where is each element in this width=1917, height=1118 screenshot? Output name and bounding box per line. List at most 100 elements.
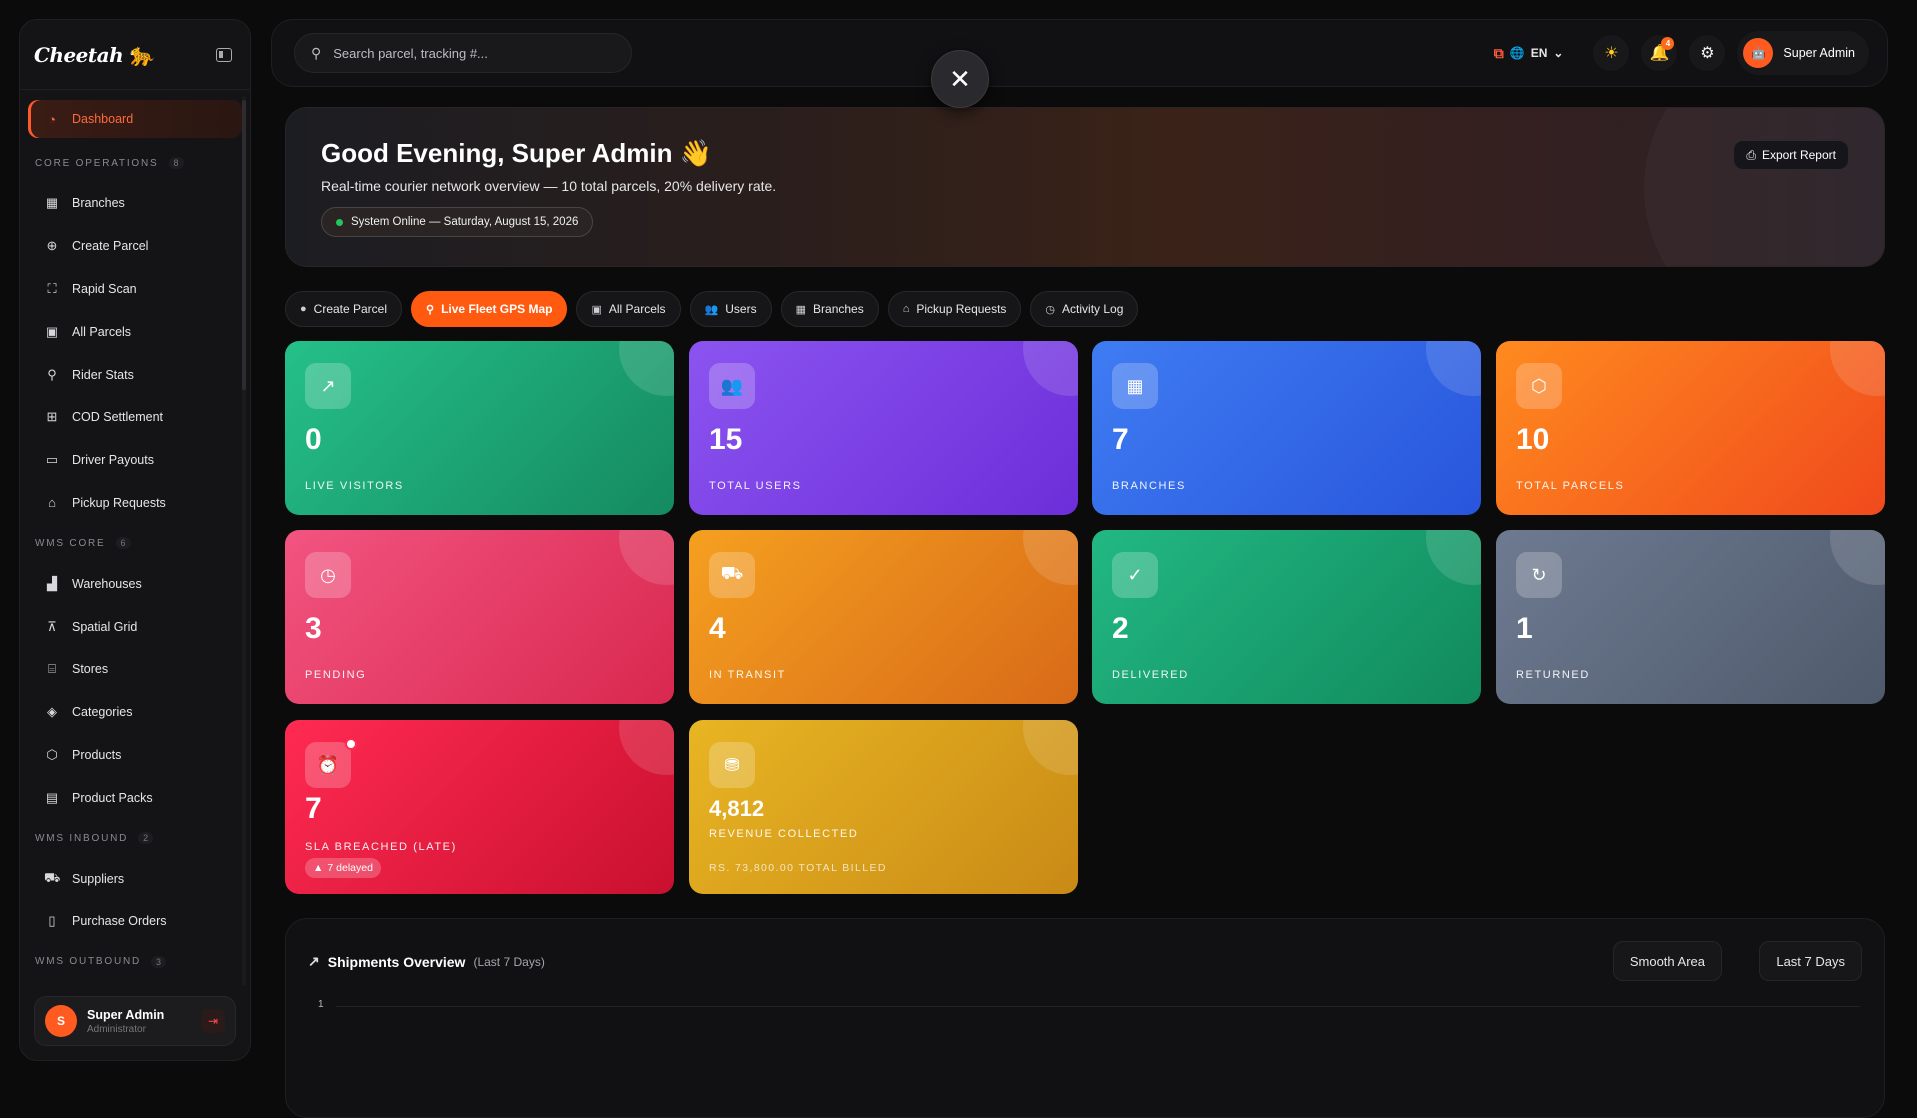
translate-icon: ⧉ [1493, 44, 1504, 61]
sidebar-item-suppliers[interactable]: ⛟ Suppliers [28, 857, 242, 900]
stat-value: 7 [305, 792, 322, 825]
stat-card-pending[interactable]: ◷ 3 PENDING [285, 530, 674, 704]
status-dot-icon [336, 218, 343, 226]
sidebar-item-rapid-scan[interactable]: ⛶ Rapid Scan [28, 268, 242, 311]
brand-logo[interactable]: Cheetah 🐆 [34, 41, 155, 68]
sidebar-item-driver-payouts[interactable]: ▭ Driver Payouts [28, 439, 242, 482]
tab-create-parcel[interactable]: ● Create Parcel [285, 291, 403, 327]
tab-live-fleet-gps-map[interactable]: ⚲ Live Fleet GPS Map [411, 291, 568, 327]
sidebar-item-rider-stats[interactable]: ⚲ Rider Stats [28, 353, 242, 396]
section-count: 8 [168, 157, 184, 169]
sidebar-item-dashboard[interactable]: ◔ Dashboard [28, 100, 242, 138]
cheetah-icon: 🐆 [127, 41, 155, 68]
users-icon: 👥 [709, 363, 755, 409]
sidebar-item-pickup-requests[interactable]: ⌂ Pickup Requests [28, 482, 242, 525]
stat-label: TOTAL PARCELS [1516, 480, 1625, 492]
section-count: 3 [151, 955, 167, 968]
sidebar-item-stores[interactable]: ⌸ Stores [28, 648, 242, 691]
stat-label: DELIVERED [1112, 669, 1189, 681]
sidebar-item-create-parcel[interactable]: ⊕ Create Parcel [28, 225, 242, 268]
stat-card-delivered[interactable]: ✓ 2 DELIVERED [1092, 530, 1481, 704]
stat-value: 1 [1516, 612, 1533, 645]
sidebar-item-cod-settlement[interactable]: ⊞ COD Settlement [28, 396, 242, 439]
tab-branches[interactable]: ▦ Branches [780, 291, 879, 327]
globe-icon: 🌐 [1509, 46, 1525, 60]
tab-users[interactable]: 👥 Users [689, 291, 772, 327]
stat-label: PENDING [305, 669, 367, 681]
stat-card-branches[interactable]: ▦ 7 BRANCHES [1092, 341, 1481, 515]
tab-label: Activity Log [1062, 302, 1124, 316]
chart-period-value: Last 7 Days [1776, 953, 1845, 969]
sidebar-item-branches[interactable]: ▦ Branches [28, 182, 242, 225]
hierarchy-icon: ⊼ [47, 618, 57, 634]
home-icon: ⌂ [48, 495, 56, 511]
chart-range-text: (Last 7 Days) [473, 954, 545, 969]
sidebar-item-all-parcels[interactable]: ▣ All Parcels [28, 310, 242, 353]
y-axis-tick: 1 [318, 999, 324, 1010]
tab-all-parcels[interactable]: ▣ All Parcels [576, 291, 681, 327]
welcome-hero: Good Evening, Super Admin 👋 Real-time co… [285, 107, 1885, 267]
sidebar-user-card[interactable]: S Super Admin Administrator ⇥ [34, 996, 236, 1046]
sidebar-item-label: Rider Stats [72, 367, 134, 382]
return-arrow-icon: ↻ [1516, 552, 1562, 598]
stat-label: LIVE VISITORS [305, 480, 404, 492]
building-icon: ▦ [1112, 363, 1158, 409]
sidebar-item-products[interactable]: ⬡ Products [28, 734, 242, 777]
tab-pickup-requests[interactable]: ⌂ Pickup Requests [887, 291, 1022, 327]
tab-label: Create Parcel [313, 302, 388, 316]
export-label: Export Report [1761, 148, 1836, 162]
sidebar-item-product-packs[interactable]: ▤ Product Packs [28, 776, 242, 819]
logout-icon[interactable]: ⇥ [201, 1009, 225, 1033]
close-button[interactable]: ✕ [931, 50, 989, 108]
stat-card-sla-breached[interactable]: ⏰ 7 SLA BREACHED (LATE) ▲ 7 delayed [285, 720, 674, 894]
stat-value: 15 [709, 423, 743, 456]
page-title: Good Evening, Super Admin 👋 [321, 138, 713, 168]
sidebar-item-label: Dashboard [72, 112, 134, 126]
stat-card-live-visitors[interactable]: ↗ 0 LIVE VISITORS [285, 341, 674, 515]
search-box[interactable]: ⚲ [294, 33, 632, 73]
search-input[interactable] [333, 45, 594, 61]
user-name: Super Admin [87, 1007, 165, 1022]
tab-label: All Parcels [608, 302, 666, 316]
sidebar-item-spatial-grid[interactable]: ⊼ Spatial Grid [28, 605, 242, 648]
tab-activity-log[interactable]: ◷ Activity Log [1030, 291, 1139, 327]
stat-card-in-transit[interactable]: ⛟ 4 IN TRANSIT [689, 530, 1078, 704]
section-title: WMS OUTBOUND [35, 956, 142, 968]
language-selector[interactable]: ⧉ 🌐 EN ⌄ [1494, 45, 1564, 62]
language-code: EN [1530, 46, 1548, 60]
scan-icon: ⛶ [47, 280, 57, 296]
stat-label: SLA BREACHED (LATE) [305, 841, 457, 853]
alert-dot-icon [345, 738, 357, 750]
stat-card-total-users[interactable]: 👥 15 TOTAL USERS [689, 341, 1078, 515]
theme-toggle-sun-icon[interactable]: ☀ [1593, 35, 1630, 71]
box-icon: ▣ [591, 303, 602, 316]
stat-card-revenue-collected[interactable]: ⛃ 4,812 REVENUE COLLECTED RS. 73,800.00 … [689, 720, 1078, 894]
sidebar-item-label: Create Parcel [72, 239, 149, 254]
chart-period-select[interactable]: Last 7 Days [1759, 941, 1862, 981]
delayed-badge: ▲ 7 delayed [305, 858, 381, 878]
chart-gridline [336, 1006, 1860, 1007]
sidebar-collapse-icon[interactable] [216, 47, 232, 62]
topbar-actions: ⧉ 🌐 EN ⌄ ☀ 🔔 4 ⚙ 🤖 Super Admin [1494, 31, 1869, 75]
sidebar-item-categories[interactable]: ◈ Categories [28, 691, 242, 734]
tab-label: Users [725, 302, 757, 316]
stat-label: REVENUE COLLECTED [709, 828, 859, 840]
stat-card-returned[interactable]: ↻ 1 RETURNED [1496, 530, 1885, 704]
topbar: ⚲ ⧉ 🌐 EN ⌄ ☀ 🔔 4 ⚙ 🤖 Super Admin [271, 19, 1888, 87]
chart-style-select[interactable]: Smooth Area [1612, 941, 1722, 981]
sidebar-item-purchase-orders[interactable]: ▯ Purchase Orders [28, 900, 242, 943]
stat-sublabel: RS. 73,800.00 TOTAL BILLED [709, 862, 887, 874]
sidebar-item-label: Rapid Scan [72, 281, 137, 296]
export-report-button[interactable]: ⎙ Export Report [1733, 140, 1849, 170]
sidebar-item-warehouses[interactable]: ▟ Warehouses [28, 562, 242, 605]
tab-label: Branches [813, 302, 864, 316]
settings-gear-icon[interactable]: ⚙ [1689, 35, 1726, 71]
notifications-bell-icon[interactable]: 🔔 4 [1641, 35, 1678, 71]
sidebar-item-label: Suppliers [72, 871, 125, 886]
stat-value: 0 [305, 423, 322, 456]
stat-label: IN TRANSIT [709, 669, 786, 681]
profile-menu[interactable]: 🤖 Super Admin [1737, 31, 1869, 75]
sidebar-item-label: Pickup Requests [72, 495, 166, 510]
users-icon: 👥 [704, 303, 719, 316]
stat-card-total-parcels[interactable]: ⬡ 10 TOTAL PARCELS [1496, 341, 1885, 515]
